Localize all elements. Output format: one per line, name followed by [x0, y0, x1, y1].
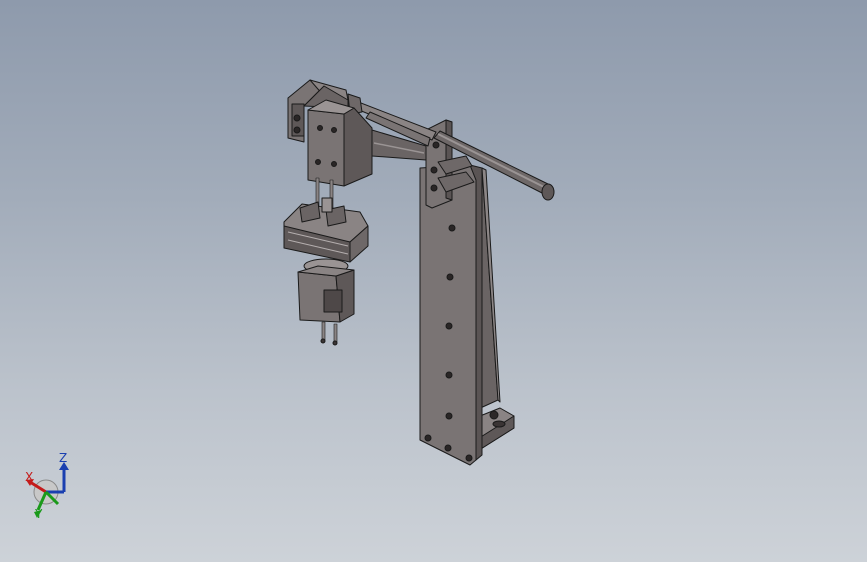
- connector-pins: [320, 321, 338, 346]
- z-axis-label: Z: [59, 451, 68, 465]
- y-axis-label: Y: [35, 507, 43, 521]
- rotary-actuator[interactable]: [297, 258, 355, 323]
- column[interactable]: [419, 164, 483, 466]
- orientation-triad[interactable]: [20, 448, 80, 528]
- x-axis-label: X: [25, 470, 34, 484]
- rod-end-cap[interactable]: [541, 183, 555, 201]
- cad-viewport[interactable]: X Y Z: [0, 0, 867, 562]
- assembly-model[interactable]: [0, 0, 867, 562]
